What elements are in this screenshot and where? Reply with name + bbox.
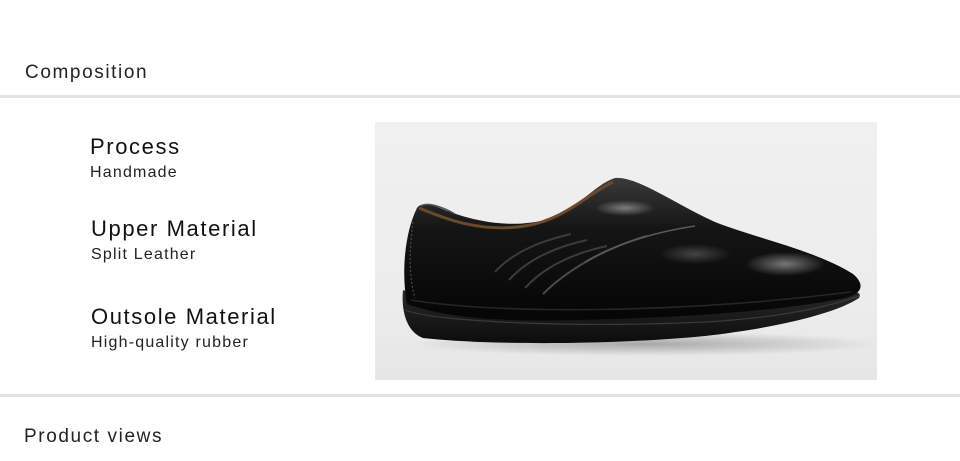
spec-label-upper-material: Upper Material — [91, 216, 258, 241]
product-photo — [375, 122, 877, 380]
product-detail-page: Composition Process Handmade Upper Mater… — [0, 0, 960, 461]
spec-process: Process Handmade — [90, 134, 181, 183]
spec-value-outsole-material: High-quality rubber — [91, 334, 249, 351]
spec-label-process: Process — [90, 134, 181, 159]
black-leather-loafer-image — [402, 177, 877, 356]
divider-bottom — [0, 394, 960, 397]
spec-value-process: Handmade — [90, 164, 178, 181]
spec-outsole-material: Outsole Material High-quality rubber — [91, 304, 277, 353]
spec-value-upper-material: Split Leather — [91, 246, 197, 263]
product-views-heading: Product views — [24, 426, 164, 447]
divider-top — [0, 95, 960, 98]
spec-label-outsole-material: Outsole Material — [91, 304, 277, 329]
composition-heading: Composition — [25, 62, 149, 83]
spec-upper-material: Upper Material Split Leather — [91, 216, 258, 265]
